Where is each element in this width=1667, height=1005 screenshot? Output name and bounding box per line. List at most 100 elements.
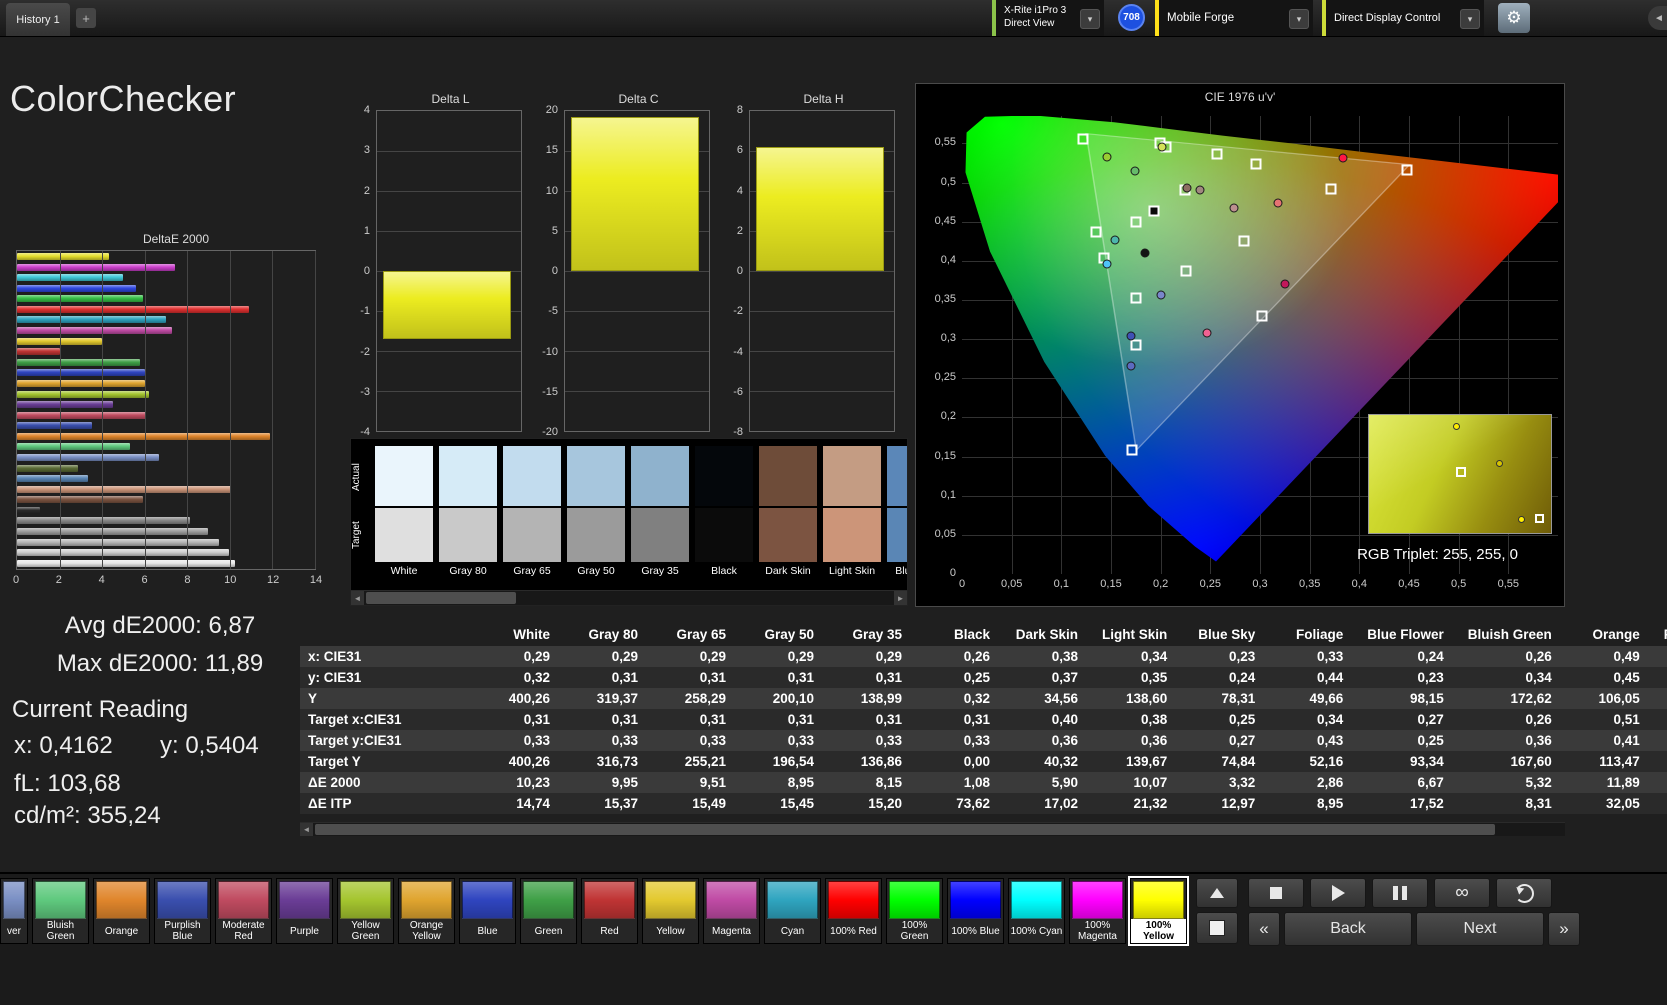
patch-button-purplish-blue[interactable]: Purplish Blue [154,878,211,944]
cell: 106,05 [1598,691,1640,706]
x-tick: 0,3 [1252,578,1268,590]
y-tick: -1 [360,305,370,318]
loop-button[interactable] [1496,878,1552,908]
cell: 0,33 [699,733,726,748]
patch-button-blue[interactable]: Blue [459,878,516,944]
cell: 172,62 [1510,691,1552,706]
patch-button-purple[interactable]: Purple [276,878,333,944]
patch-button-moderate-red[interactable]: Moderate Red [215,878,272,944]
next-chevron-button[interactable]: » [1548,912,1580,946]
scroll-left-icon[interactable]: ◄ [300,823,313,836]
collapse-arrow-icon[interactable]: ◄ [1648,6,1667,30]
patch-swatch [950,881,1001,919]
patch-button-orange[interactable]: Orange [93,878,150,944]
actual-swatch [439,446,497,506]
stop-button[interactable] [1248,878,1304,908]
target-marker [1401,164,1413,176]
patch-button-red[interactable]: Red [581,878,638,944]
cell: 316,73 [596,754,638,769]
target-marker [1130,339,1142,351]
continuous-button[interactable]: ∞ [1434,878,1490,908]
patch-button-100-green[interactable]: 100% Green [886,878,943,944]
patch-button-100-red[interactable]: 100% Red [825,878,882,944]
infinity-icon: ∞ [1455,882,1469,903]
col-dark-skin: Dark Skin [1015,626,1078,642]
scroll-right-icon[interactable]: ► [894,591,907,605]
cell: 139,67 [1125,754,1168,769]
next-button[interactable]: Next [1416,912,1544,946]
patch-button-ver[interactable]: ver [0,878,28,944]
add-tab-button[interactable]: + [76,8,96,28]
cell: 319,37 [596,691,638,706]
deltaC-bar [570,117,699,271]
scrollbar-thumb[interactable] [366,592,516,604]
cell: 255,21 [684,754,726,769]
back-chevron-button[interactable]: « [1248,912,1280,946]
cell: 15,37 [604,796,638,811]
patch-button-bluish-green[interactable]: Bluish Green [32,878,89,944]
x-tick: 0,2 [1153,578,1169,590]
cell: 0,29 [523,649,550,664]
inset-dot [1496,459,1504,467]
patch-button-100-blue[interactable]: 100% Blue [947,878,1004,944]
back-button[interactable]: Back [1284,912,1412,946]
patch-button-orange-yellow[interactable]: Orange Yellow [398,878,455,944]
patch-button-100-yellow[interactable]: 100% Yellow [1128,876,1189,946]
meter-dropdown[interactable]: X-Rite i1Pro 3 Direct View ▾ [992,0,1104,36]
pause-button[interactable] [1372,878,1428,908]
eject-button[interactable] [1196,878,1238,908]
table-scrollbar[interactable]: ◄ [300,822,1565,836]
patch-swatch [35,881,86,919]
pattern-label: Direct Display Control [1334,12,1441,24]
chevron-down-icon[interactable]: ▾ [1080,9,1100,29]
swatch-scrollbar[interactable]: ◄ ► [351,590,907,605]
deltae-bar-white [17,559,235,567]
cell: 10,23 [516,775,550,790]
cell: 0,32 [523,670,550,685]
scrollbar-thumb[interactable] [315,824,1495,835]
patch-swatch [1072,881,1123,919]
cell: 400,26 [508,754,550,769]
gear-icon[interactable]: ⚙ [1498,3,1530,33]
reading-fl: fL: 103,68 [14,770,121,797]
swatch-column-gray-35: Gray 35 [631,439,689,584]
patch-label: Moderate Red [222,920,265,942]
patch-button-green[interactable]: Green [520,878,577,944]
cie-x-axis: 0 0,05 0,1 0,15 0,2 0,25 0,3 0,35 0,4 0,45 0,5 0,55 [959,578,1558,592]
cell: 0,34 [1525,670,1552,685]
source-dropdown[interactable]: Mobile Forge ▾ [1155,0,1313,36]
patch-button-magenta[interactable]: Magenta [703,878,760,944]
patch-label: 100% Blue [951,925,1000,937]
cell: 3,50 [1652,772,1667,793]
cell: 49,66 [1309,691,1344,706]
pattern-dropdown[interactable]: Direct Display Control ▾ [1322,0,1484,36]
patch-button-100-cyan[interactable]: 100% Cyan [1008,878,1065,944]
x-tick: 6 [141,574,148,586]
col-bluish-green: Bluish Green [1467,626,1552,642]
y-tick: -4 [733,345,743,358]
patch-button-yellow-green[interactable]: Yellow Green [337,878,394,944]
x-tick: 0,25 [1199,578,1222,590]
tab-history-1[interactable]: History 1 [6,3,70,36]
patch-button-100-magenta[interactable]: 100% Magenta [1069,878,1126,944]
cell: 0,26 [1525,649,1552,664]
patch-button-yellow[interactable]: Yellow [642,878,699,944]
window-pattern-button[interactable] [1196,912,1238,944]
deltae-bar-dark-skin [17,496,143,504]
swatch-column-light-skin: Light Skin [823,439,881,584]
cell: 0,26 [963,649,990,664]
patch-label: Orange Yellow [409,920,444,942]
meter-status-badge[interactable]: 708 [1118,4,1145,31]
cell: 10,07 [1133,775,1168,790]
patch-button-cyan[interactable]: Cyan [764,878,821,944]
deltae-bar-green [17,358,141,366]
gridline [377,351,521,352]
chevron-down-icon[interactable]: ▾ [1460,9,1480,29]
chevron-down-icon[interactable]: ▾ [1289,9,1309,29]
cell: 14,74 [516,796,550,811]
row-label: Target Y [308,754,361,769]
scroll-left-icon[interactable]: ◄ [351,591,364,605]
swatch-column-white: White [375,439,433,584]
deltae-bar-gray-50 [17,528,208,536]
play-button[interactable] [1310,878,1366,908]
